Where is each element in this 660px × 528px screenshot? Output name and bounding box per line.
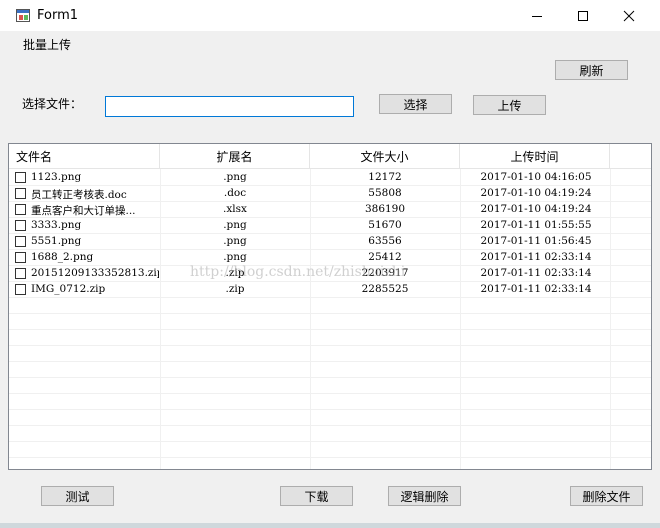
cell-extension: .xlsx [223, 203, 247, 215]
menu-bar: 批量上传 [0, 31, 660, 53]
table-row[interactable]: 3333.png .png 51670 2017-01-11 01:55:55 [9, 218, 651, 234]
download-button[interactable]: 下载 [280, 486, 353, 506]
row-checkbox[interactable] [15, 252, 26, 263]
close-button[interactable] [606, 0, 652, 31]
grid-line [9, 393, 651, 394]
grid-line [9, 329, 651, 330]
cell-upload-time: 2017-01-11 02:33:14 [480, 251, 592, 263]
header-divider [9, 168, 651, 169]
column-header-filename[interactable]: 文件名 [9, 144, 160, 168]
test-button[interactable]: 测试 [41, 486, 114, 506]
cell-upload-time: 2017-01-11 02:33:14 [480, 267, 592, 279]
grid-line [9, 313, 651, 314]
cell-filesize: 25412 [368, 251, 402, 263]
form-icon [16, 9, 30, 22]
cell-extension: .png [223, 251, 247, 263]
menu-item-batch-upload[interactable]: 批量上传 [23, 36, 71, 53]
file-path-input[interactable] [105, 96, 354, 117]
row-checkbox[interactable] [15, 268, 26, 279]
cell-filename: 重点客户和大订单操... [31, 205, 136, 217]
table-row[interactable]: IMG_0712.zip .zip 2285525 2017-01-11 02:33:… [9, 282, 651, 298]
table-row[interactable]: 5551.png .png 63556 2017-01-11 01:56:45 [9, 234, 651, 250]
watermark: http://blog.csdn.net/zhishuizhi [190, 264, 406, 280]
refresh-button[interactable]: 刷新 [555, 60, 628, 80]
grid-line [9, 425, 651, 426]
maximize-button[interactable] [560, 0, 606, 31]
cell-upload-time: 2017-01-11 01:56:45 [480, 235, 592, 247]
browse-button[interactable]: 选择 [379, 94, 452, 114]
cell-filename: 1688_2.png [31, 251, 94, 263]
cell-filesize: 63556 [368, 235, 402, 247]
cell-upload-time: 2017-01-11 01:55:55 [480, 219, 592, 231]
grid-line [9, 409, 651, 410]
maximize-icon [578, 10, 588, 21]
cell-extension: .doc [223, 187, 247, 199]
column-header-filesize[interactable]: 文件大小 [310, 144, 460, 168]
cell-filesize: 55808 [368, 187, 402, 199]
cell-filesize: 12172 [368, 171, 402, 183]
grid-line [9, 457, 651, 458]
cell-filename: IMG_0712.zip [31, 283, 106, 295]
row-checkbox[interactable] [15, 172, 26, 183]
row-checkbox[interactable] [15, 220, 26, 231]
row-checkbox[interactable] [15, 204, 26, 215]
cell-upload-time: 2017-01-10 04:19:24 [480, 203, 592, 215]
column-header-extension[interactable]: 扩展名 [160, 144, 310, 168]
file-list[interactable]: 文件名 扩展名 文件大小 上传时间 1123.png .png 12172 2017-… [8, 143, 652, 470]
minimize-icon [532, 15, 542, 17]
desktop-strip [0, 523, 660, 528]
table-row[interactable]: 1123.png .png 12172 2017-01-10 04:16:05 [9, 170, 651, 186]
cell-upload-time: 2017-01-10 04:19:24 [480, 187, 592, 199]
row-checkbox[interactable] [15, 188, 26, 199]
cell-extension: .png [223, 219, 247, 231]
title-bar: Form1 [0, 0, 660, 31]
column-header-upload-time[interactable]: 上传时间 [460, 144, 610, 168]
logical-delete-button[interactable]: 逻辑删除 [388, 486, 461, 506]
cell-extension: .png [223, 235, 247, 247]
cell-upload-time: 2017-01-11 02:33:14 [480, 283, 592, 295]
table-row[interactable]: 员工转正考核表.doc .doc 55808 2017-01-10 04:19:24 [9, 186, 651, 202]
cell-extension: .zip [225, 283, 245, 295]
select-file-label: 选择文件： [22, 97, 83, 111]
cell-filename: 1123.png [31, 171, 82, 183]
cell-filename: 20151209133352813.zip [31, 267, 159, 279]
cell-filesize: 2285525 [361, 283, 409, 295]
close-icon [623, 10, 635, 21]
table-row[interactable]: 重点客户和大订单操... .xlsx 386190 2017-01-10 04:19:… [9, 202, 651, 218]
delete-file-button[interactable]: 删除文件 [570, 486, 643, 506]
cell-upload-time: 2017-01-10 04:16:05 [480, 171, 592, 183]
minimize-button[interactable] [514, 0, 560, 31]
cell-filename: 员工转正考核表.doc [31, 189, 127, 201]
grid-line [9, 441, 651, 442]
grid-line [9, 361, 651, 362]
upload-button[interactable]: 上传 [473, 95, 546, 115]
cell-filesize: 51670 [368, 219, 402, 231]
cell-filename: 3333.png [31, 219, 82, 231]
row-checkbox[interactable] [15, 284, 26, 295]
row-checkbox[interactable] [15, 236, 26, 247]
window-title: Form1 [37, 8, 79, 23]
grid-line [9, 345, 651, 346]
cell-filesize: 386190 [364, 203, 406, 215]
cell-extension: .png [223, 171, 247, 183]
cell-filename: 5551.png [31, 235, 82, 247]
grid-line [9, 377, 651, 378]
